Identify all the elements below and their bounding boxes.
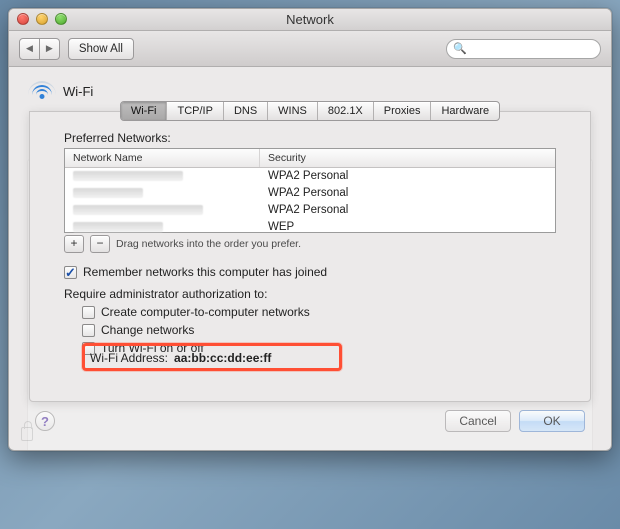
drag-hint: Drag networks into the order you prefer. [116,238,301,250]
security-cell: WEP [260,219,555,236]
redacted-network-name [73,171,183,181]
table-row[interactable]: WEP [65,219,555,236]
table-row[interactable]: WPA2 Personal [65,168,555,185]
traffic-lights [17,13,67,25]
security-cell: WPA2 Personal [260,202,555,219]
minimize-window-button[interactable] [36,13,48,25]
window-title: Network [9,12,611,27]
auth-create-checkbox[interactable] [82,306,95,319]
auth-change-checkbox[interactable] [82,324,95,337]
remember-networks-checkbox[interactable] [64,266,77,279]
forward-icon: ▶ [46,43,53,54]
tab-proxies[interactable]: Proxies [374,102,432,120]
remove-network-button[interactable]: − [90,235,110,253]
tab-dns[interactable]: DNS [224,102,268,120]
back-icon: ◀ [26,43,33,54]
search-field[interactable]: 🔍 [446,39,601,59]
require-admin-label: Require administrator authorization to: [64,285,267,303]
titlebar[interactable]: Network [9,9,611,31]
wifi-address-row: Wi-Fi Address: aa:bb:cc:dd:ee:ff [90,351,271,365]
tab-wins[interactable]: WINS [268,102,318,120]
wifi-address-label: Wi-Fi Address: [90,351,168,365]
column-header-name[interactable]: Network Name [65,149,260,167]
redacted-network-name [73,205,203,215]
preferred-networks-label: Preferred Networks: [64,131,556,145]
wifi-header-label: Wi-Fi [63,84,93,99]
nav-segmented-control: ◀ ▶ [19,38,60,60]
tab-8021x[interactable]: 802.1X [318,102,374,120]
lock-icon [21,427,33,441]
wifi-address-value: aa:bb:cc:dd:ee:ff [174,351,271,365]
auth-change-label: Change networks [101,321,194,339]
lock-row-dimmed [21,424,599,444]
auth-create-label: Create computer-to-computer networks [101,303,310,321]
tab-wifi[interactable]: Wi-Fi [121,102,168,120]
zoom-window-button[interactable] [55,13,67,25]
search-input[interactable] [471,43,594,55]
advanced-sheet: Wi-Fi TCP/IP DNS WINS 802.1X Proxies Har… [29,111,591,402]
security-cell: WPA2 Personal [260,168,555,185]
wifi-icon [29,81,55,101]
tab-hardware[interactable]: Hardware [431,102,499,120]
show-all-button[interactable]: Show All [68,38,134,60]
redacted-network-name [73,188,143,198]
close-window-button[interactable] [17,13,29,25]
preferred-networks-table[interactable]: Network Name Security WPA2 Personal WPA2… [64,148,556,233]
forward-button[interactable]: ▶ [40,38,60,60]
content-area: Wi-Fi Wi-Fi TCP/IP DNS WINS 802.1X Proxi… [9,67,611,450]
search-icon: 🔍 [453,42,467,55]
back-button[interactable]: ◀ [19,38,40,60]
column-header-security[interactable]: Security [260,149,555,167]
add-network-button[interactable]: + [64,235,84,253]
tab-bar: Wi-Fi TCP/IP DNS WINS 802.1X Proxies Har… [30,101,590,121]
redacted-network-name [73,222,163,232]
toolbar: ◀ ▶ Show All 🔍 [9,31,611,67]
security-cell: WPA2 Personal [260,185,555,202]
table-row[interactable]: WPA2 Personal [65,185,555,202]
tab-tcpip[interactable]: TCP/IP [167,102,223,120]
remember-networks-label: Remember networks this computer has join… [83,263,327,281]
table-row[interactable]: WPA2 Personal [65,202,555,219]
network-preferences-window: Network ◀ ▶ Show All 🔍 Wi-Fi Wi-Fi TCP/I… [8,8,612,451]
